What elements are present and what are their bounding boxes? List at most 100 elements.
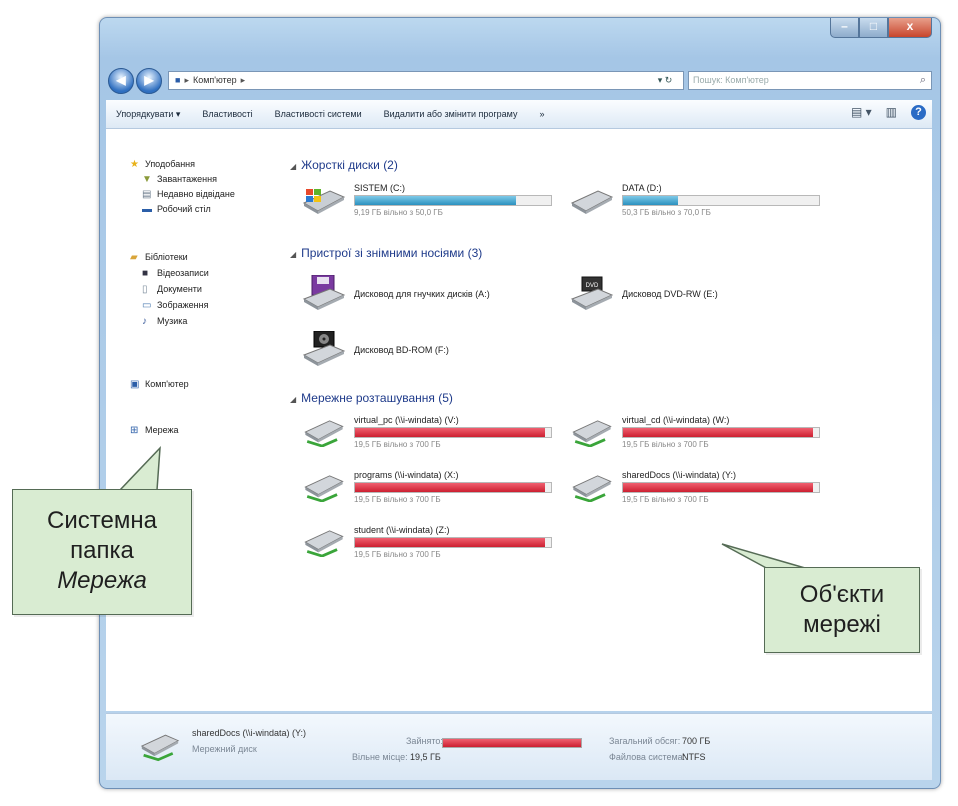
- drive-free-space: 19,5 ГБ вільно з 700 ГБ: [354, 495, 441, 504]
- drive-name: sharedDocs (\\i-windata) (Y:): [622, 470, 737, 480]
- network-icon: ⊞: [130, 425, 139, 436]
- computer-icon: ■: [175, 75, 181, 85]
- window-controls: – □ x: [830, 18, 932, 38]
- music-icon: ♪: [142, 316, 147, 327]
- sidebar-item-libraries[interactable]: ▰ Бібліотеки: [130, 252, 188, 263]
- sidebar-item-pictures[interactable]: ▭ Зображення: [142, 300, 208, 311]
- sidebar-item-videos[interactable]: ■ Відеозаписи: [142, 268, 209, 279]
- drive-usage-fill: [355, 483, 546, 492]
- hard-drive-windows-icon: [302, 189, 346, 214]
- drive-usage-bar: [622, 195, 820, 206]
- callout-network-folder: Системна папка Мережа: [12, 489, 192, 615]
- drive-item[interactable]: DVD Дисковод DVD-RW (E:): [570, 275, 840, 315]
- sidebar-item-network[interactable]: ⊞ Мережа: [130, 425, 179, 436]
- group-header-hard-disks[interactable]: ◢ Жорсткі диски (2): [290, 158, 398, 172]
- computer-icon: ▣: [130, 379, 140, 390]
- drive-name: virtual_cd (\\i-windata) (W:): [622, 415, 730, 425]
- network-drive-item[interactable]: programs (\\i-windata) (X:) 19,5 ГБ вільн…: [302, 470, 562, 512]
- drive-usage-fill: [623, 483, 814, 492]
- views-button[interactable]: ▤ ▾: [851, 105, 872, 120]
- sidebar-item-recent[interactable]: ▤ Недавно відвідане: [142, 189, 235, 200]
- drive-free-space: 19,5 ГБ вільно з 700 ГБ: [622, 440, 709, 449]
- network-drive-icon: [140, 734, 180, 762]
- drive-usage-fill: [623, 196, 678, 205]
- command-bar: Упорядкувати ▾ Властивості Властивості с…: [106, 100, 932, 129]
- sidebar-item-downloads[interactable]: ▼ Завантаження: [142, 174, 217, 185]
- details-fs-label: Файлова система:: [609, 752, 686, 762]
- explorer-window: – □ x ◀ ▶ ■ ▸ Комп'ютер ▸ ▾ ↻ Пошук: Комп'ю…: [99, 17, 941, 789]
- drive-usage-fill: [355, 196, 516, 205]
- forward-button[interactable]: ▶: [136, 68, 162, 94]
- star-icon: ★: [130, 159, 139, 170]
- drive-usage-bar: [354, 195, 552, 206]
- group-header-network[interactable]: ◢ Мережне розташування (5): [290, 391, 453, 405]
- drive-name: DATA (D:): [622, 183, 662, 193]
- close-button[interactable]: x: [888, 18, 932, 38]
- navigation-pane: ★ Уподобання ▼ Завантаження ▤ Недавно відві…: [106, 129, 276, 711]
- details-free-value: 19,5 ГБ: [410, 752, 441, 762]
- refresh-button[interactable]: ▾ ↻: [649, 72, 681, 89]
- drive-usage-bar: [354, 537, 552, 548]
- sidebar-item-documents[interactable]: ▯ Документи: [142, 284, 202, 295]
- organize-button[interactable]: Упорядкувати ▾: [116, 109, 180, 120]
- drive-name: virtual_pc (\\i-windata) (V:): [354, 415, 459, 425]
- sidebar-item-music[interactable]: ♪ Музика: [142, 316, 187, 327]
- help-icon[interactable]: ?: [911, 105, 926, 120]
- uninstall-program-button[interactable]: Видалити або змінити програму: [384, 109, 518, 119]
- details-name: sharedDocs (\\i-windata) (Y:): [192, 728, 307, 738]
- drive-usage-bar: [622, 427, 820, 438]
- details-free-label: Вільне місце:: [352, 752, 408, 762]
- preview-pane-button[interactable]: ▥: [886, 105, 897, 120]
- network-drive-item[interactable]: virtual_cd (\\i-windata) (W:) 19,5 ГБ віл…: [570, 415, 830, 457]
- network-drive-item[interactable]: sharedDocs (\\i-windata) (Y:) 19,5 ГБ віл…: [570, 470, 830, 512]
- more-commands-button[interactable]: »: [539, 109, 544, 119]
- drive-item[interactable]: DATA (D:) 50,3 ГБ вільно з 70,0 ГБ: [570, 183, 830, 225]
- pictures-icon: ▭: [142, 300, 152, 311]
- network-drive-item[interactable]: student (\\i-windata) (Z:) 19,5 ГБ вільно…: [302, 525, 562, 567]
- drive-usage-bar: [354, 427, 552, 438]
- back-button[interactable]: ◀: [108, 68, 134, 94]
- drive-usage-bar: [354, 482, 552, 493]
- drive-free-space: 50,3 ГБ вільно з 70,0 ГБ: [622, 208, 711, 217]
- group-header-removable[interactable]: ◢ Пристрої зі знімними носіями (3): [290, 246, 482, 260]
- drive-free-space: 19,5 ГБ вільно з 700 ГБ: [622, 495, 709, 504]
- system-properties-button[interactable]: Властивості системи: [275, 109, 362, 119]
- recent-places-icon: ▤: [142, 189, 152, 200]
- breadcrumb-computer[interactable]: Комп'ютер: [193, 75, 237, 85]
- dvd-drive-icon: DVD: [570, 276, 614, 310]
- callout-line: папка: [70, 537, 134, 564]
- network-drive-icon: [304, 530, 344, 557]
- floppy-drive-icon: [302, 275, 346, 310]
- drive-item[interactable]: Дисковод BD-ROM (F:): [302, 331, 572, 371]
- drive-usage-fill: [355, 538, 546, 547]
- drive-name: SISTEM (C:): [354, 183, 405, 193]
- details-pane: sharedDocs (\\i-windata) (Y:) Мережний д…: [106, 713, 932, 780]
- drive-free-space: 19,5 ГБ вільно з 700 ГБ: [354, 440, 441, 449]
- network-drive-icon: [304, 420, 344, 447]
- search-placeholder: Пошук: Комп'ютер: [693, 75, 769, 85]
- network-drive-item[interactable]: virtual_pc (\\i-windata) (V:) 19,5 ГБ віл…: [302, 415, 562, 457]
- search-input[interactable]: Пошук: Комп'ютер ⌕: [688, 71, 932, 90]
- callout-network-objects: Об'єкти мережі: [764, 567, 920, 653]
- address-bar[interactable]: ■ ▸ Комп'ютер ▸: [168, 71, 684, 90]
- sidebar-item-favorites[interactable]: ★ Уподобання: [130, 159, 195, 170]
- sidebar-item-computer[interactable]: ▣ Комп'ютер: [130, 379, 189, 390]
- details-total-label: Загальний обсяг:: [609, 736, 681, 746]
- drive-free-space: 9,19 ГБ вільно з 50,0 ГБ: [354, 208, 443, 217]
- libraries-icon: ▰: [130, 252, 138, 263]
- sidebar-item-desktop[interactable]: ▬ Робочий стіл: [142, 204, 211, 215]
- downloads-icon: ▼: [142, 174, 152, 185]
- drive-item[interactable]: SISTEM (C:) 9,19 ГБ вільно з 50,0 ГБ: [302, 183, 562, 225]
- maximize-button[interactable]: □: [859, 18, 888, 38]
- callout-line: Мережа: [57, 567, 147, 594]
- details-used-label: Зайнято:: [406, 736, 443, 746]
- search-icon: ⌕: [919, 74, 926, 86]
- minimize-button[interactable]: –: [830, 18, 859, 38]
- svg-text:DVD: DVD: [586, 283, 599, 289]
- hard-drive-icon: [570, 190, 614, 214]
- callout-line: мережі: [803, 611, 881, 638]
- drive-item[interactable]: Дисковод для гнучких дисків (A:): [302, 275, 572, 315]
- properties-button[interactable]: Властивості: [202, 109, 252, 119]
- drive-free-space: 19,5 ГБ вільно з 700 ГБ: [354, 550, 441, 559]
- network-drive-icon: [572, 420, 612, 447]
